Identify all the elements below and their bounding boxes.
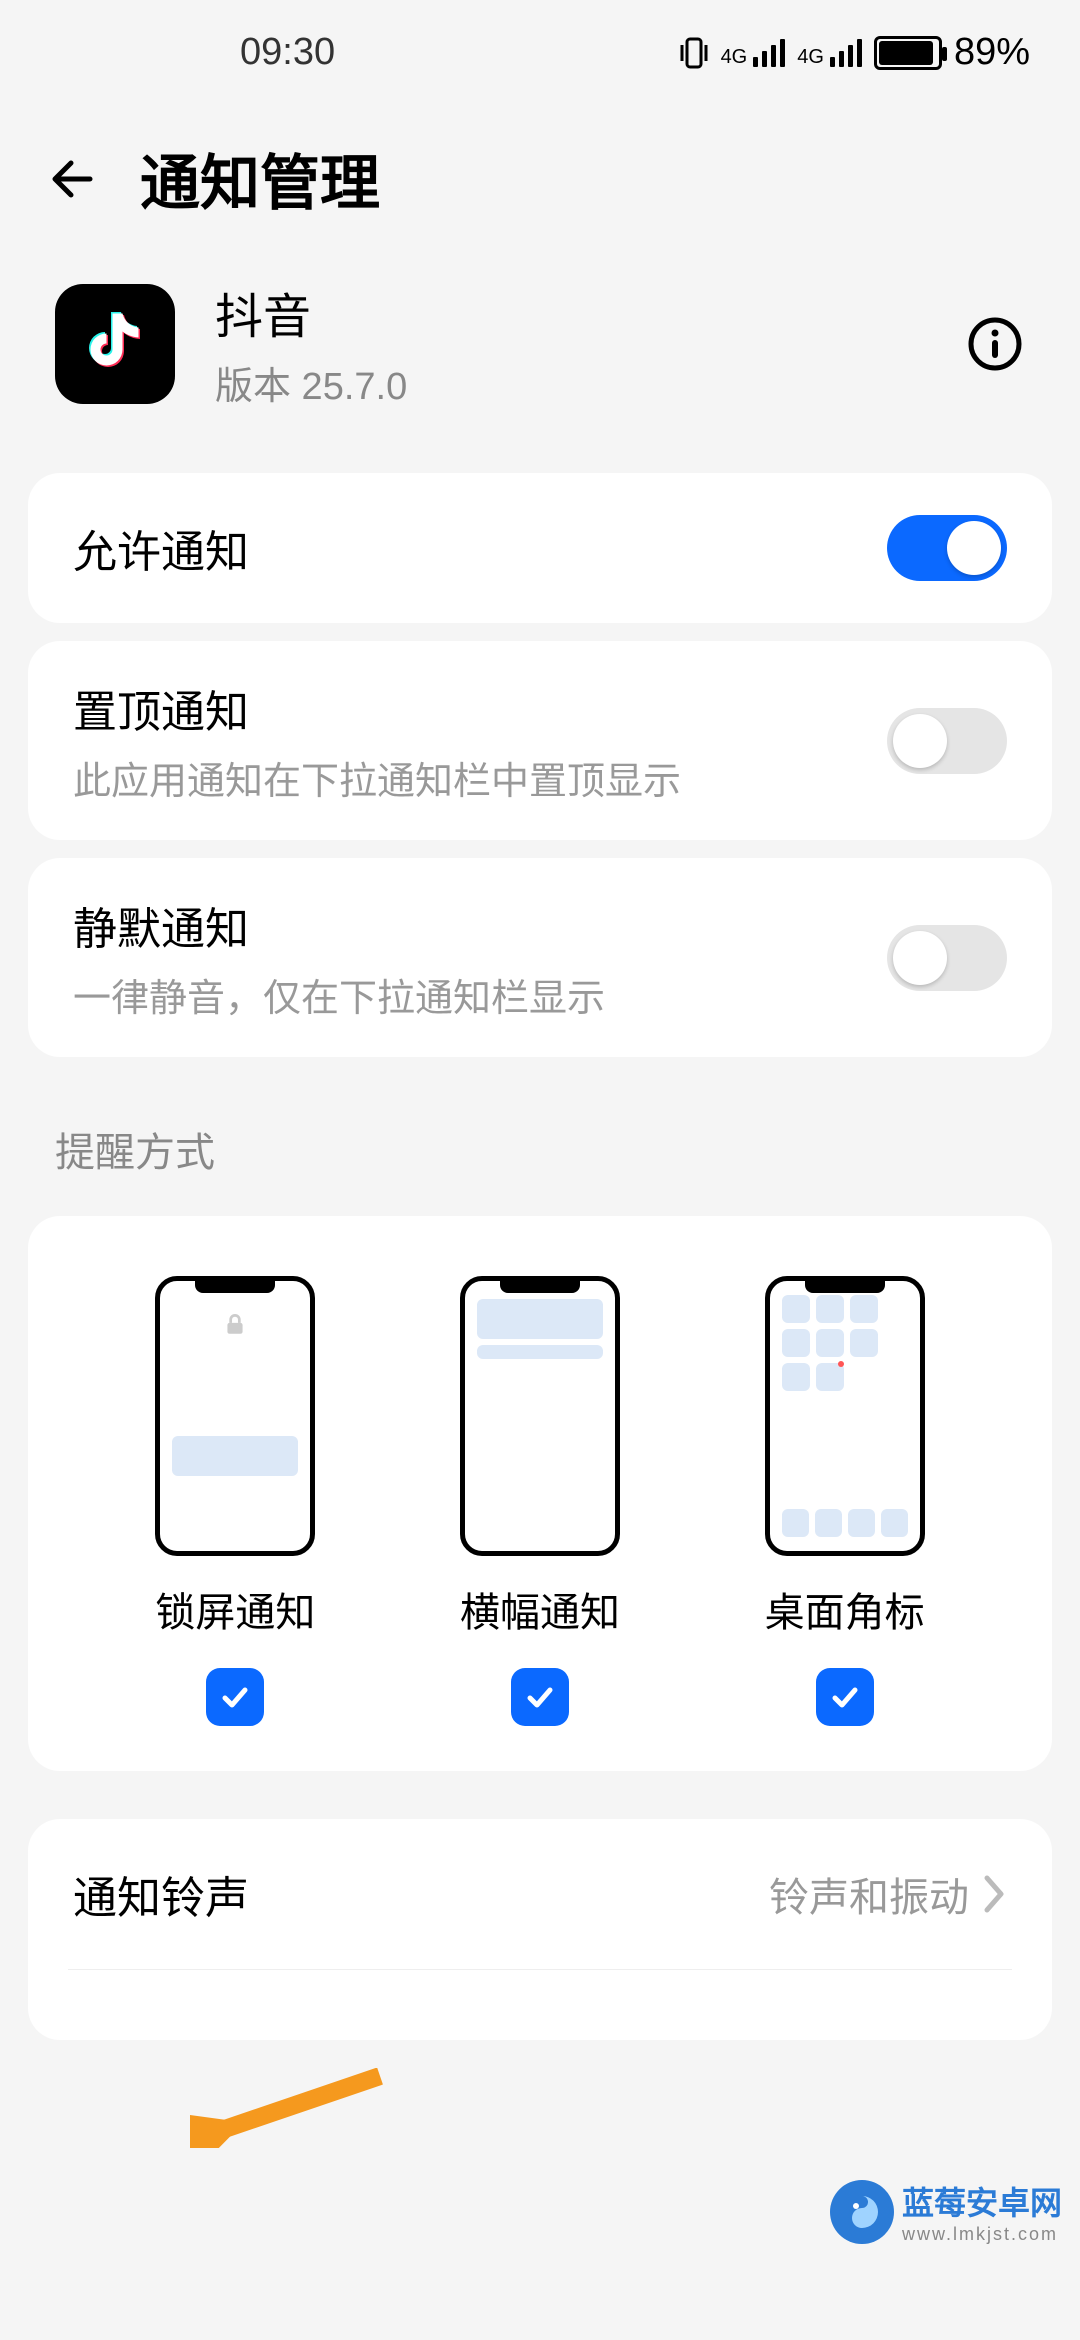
signal-2: 4G	[797, 39, 862, 67]
phone-mockup-banner	[460, 1276, 620, 1556]
checkbox-banner[interactable]	[511, 1668, 569, 1726]
row-title: 静默通知	[73, 893, 887, 957]
vibrate-icon	[679, 35, 709, 71]
annotation-arrow-icon	[190, 2068, 390, 2148]
row-partial[interactable]	[73, 1970, 1007, 2040]
checkbox-lockscreen[interactable]	[206, 1668, 264, 1726]
card-allow-notifications: 允许通知	[28, 473, 1052, 623]
mode-banner[interactable]: 横幅通知	[460, 1276, 620, 1726]
watermark: 蓝莓安卓网 www.lmkjst.com	[830, 2178, 1062, 2245]
signal-1: 4G	[721, 39, 786, 67]
app-icon-douyin	[55, 284, 175, 404]
card-silent-notifications: 静默通知 一律静音，仅在下拉通知栏显示	[28, 858, 1052, 1057]
checkbox-badge[interactable]	[816, 1668, 874, 1726]
switch-allow-notifications[interactable]	[887, 515, 1007, 581]
app-texts: 抖音 版本 25.7.0	[215, 277, 407, 410]
status-icons: 4G 4G 89%	[679, 31, 1030, 74]
watermark-logo-icon	[830, 2180, 894, 2244]
watermark-name: 蓝莓安卓网	[902, 2185, 1062, 2221]
row-value: 铃声和振动	[769, 1865, 969, 1923]
page-header: 通知管理	[0, 105, 1080, 262]
page-title: 通知管理	[140, 135, 380, 222]
row-pin-notifications[interactable]: 置顶通知 此应用通知在下拉通知栏中置顶显示	[73, 641, 1007, 840]
back-button[interactable]	[40, 144, 110, 214]
row-title: 允许通知	[73, 516, 887, 580]
card-ringtone: 通知铃声 铃声和振动	[28, 1819, 1052, 2040]
back-arrow-icon	[45, 149, 105, 209]
info-icon	[968, 317, 1022, 371]
alert-modes-row: 锁屏通知 横幅通知 桌面角标	[73, 1216, 1007, 1771]
mode-lockscreen[interactable]: 锁屏通知	[155, 1276, 315, 1726]
row-allow-notifications[interactable]: 允许通知	[73, 473, 1007, 623]
status-bar: 09:30 4G 4G 89%	[0, 0, 1080, 105]
row-subtitle: 此应用通知在下拉通知栏中置顶显示	[73, 750, 887, 805]
card-alert-modes: 锁屏通知 横幅通知 桌面角标	[28, 1216, 1052, 1771]
watermark-url: www.lmkjst.com	[902, 2224, 1062, 2245]
switch-silent-notifications[interactable]	[887, 925, 1007, 991]
chevron-right-icon	[981, 1872, 1007, 1916]
app-version: 版本 25.7.0	[215, 355, 407, 410]
mode-label: 锁屏通知	[155, 1580, 315, 1638]
lock-icon	[222, 1311, 248, 1337]
section-alert-mode-title: 提醒方式	[0, 1075, 1080, 1198]
phone-mockup-lockscreen	[155, 1276, 315, 1556]
check-icon	[217, 1679, 253, 1715]
app-name: 抖音	[215, 277, 407, 347]
row-title: 通知铃声	[73, 1862, 769, 1926]
row-silent-notifications[interactable]: 静默通知 一律静音，仅在下拉通知栏显示	[73, 858, 1007, 1057]
app-info-button[interactable]	[965, 314, 1025, 374]
app-info-row: 抖音 版本 25.7.0	[0, 262, 1080, 455]
check-icon	[522, 1679, 558, 1715]
row-subtitle: 一律静音，仅在下拉通知栏显示	[73, 967, 887, 1022]
status-time: 09:30	[240, 31, 335, 74]
mode-badge[interactable]: 桌面角标	[765, 1276, 925, 1726]
card-pin-notifications: 置顶通知 此应用通知在下拉通知栏中置顶显示	[28, 641, 1052, 840]
switch-pin-notifications[interactable]	[887, 708, 1007, 774]
battery-icon	[874, 36, 942, 70]
tiktok-icon	[75, 304, 155, 384]
mode-label: 桌面角标	[765, 1580, 925, 1638]
mode-label: 横幅通知	[460, 1580, 620, 1638]
check-icon	[827, 1679, 863, 1715]
row-ringtone[interactable]: 通知铃声 铃声和振动	[73, 1819, 1007, 1969]
phone-mockup-badge	[765, 1276, 925, 1556]
battery-percentage: 89%	[954, 31, 1030, 74]
row-title: 置顶通知	[73, 676, 887, 740]
